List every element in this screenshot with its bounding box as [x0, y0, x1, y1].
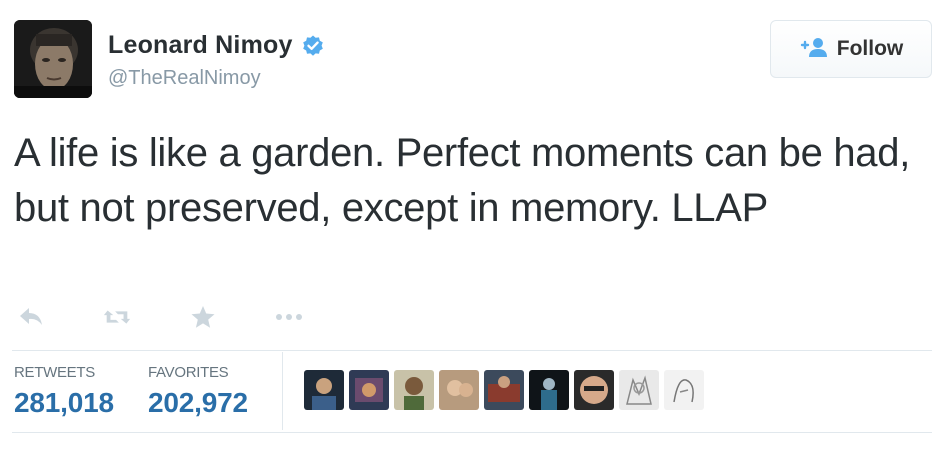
- retweets-stat[interactable]: RETWEETS 281,018: [14, 364, 114, 419]
- author-name-row: Leonard Nimoy: [108, 31, 325, 60]
- reply-icon[interactable]: [16, 304, 46, 330]
- tweet-actions: [16, 304, 304, 330]
- stats-separator: [282, 352, 283, 430]
- retweeter-avatar[interactable]: [349, 370, 389, 410]
- retweeter-facepile: [304, 370, 704, 410]
- follow-label: Follow: [836, 37, 904, 60]
- favorites-label: FAVORITES: [148, 364, 229, 381]
- tweet-text: A life is like a garden. Perfect moments…: [14, 131, 911, 230]
- display-name[interactable]: Leonard Nimoy: [108, 31, 293, 60]
- divider-bottom: [12, 432, 932, 433]
- retweeter-avatar[interactable]: [529, 370, 569, 410]
- retweeter-avatar[interactable]: [664, 370, 704, 410]
- divider-top: [12, 350, 932, 351]
- add-user-icon: [799, 36, 829, 63]
- favorites-count: 202,972: [148, 387, 248, 418]
- more-icon[interactable]: [274, 304, 304, 330]
- avatar-portrait: [14, 20, 92, 98]
- author-handle[interactable]: @TheRealNimoy: [108, 67, 261, 90]
- follow-button[interactable]: Follow: [770, 20, 932, 78]
- retweeter-avatar[interactable]: [439, 370, 479, 410]
- retweet-icon[interactable]: [102, 304, 132, 330]
- retweets-count: 281,018: [14, 387, 114, 418]
- verified-badge-icon: [301, 34, 325, 58]
- retweeter-avatar[interactable]: [304, 370, 344, 410]
- retweeter-avatar[interactable]: [619, 370, 659, 410]
- retweeter-avatar[interactable]: [574, 370, 614, 410]
- retweeter-avatar[interactable]: [484, 370, 524, 410]
- avatar[interactable]: [14, 20, 92, 98]
- tweet-card: Leonard Nimoy @TheRealNimoy Follow A lif…: [0, 0, 940, 450]
- favorites-stat[interactable]: FAVORITES 202,972: [148, 364, 248, 419]
- retweeter-avatar[interactable]: [394, 370, 434, 410]
- retweets-label: RETWEETS: [14, 364, 95, 381]
- favorite-icon[interactable]: [188, 304, 218, 330]
